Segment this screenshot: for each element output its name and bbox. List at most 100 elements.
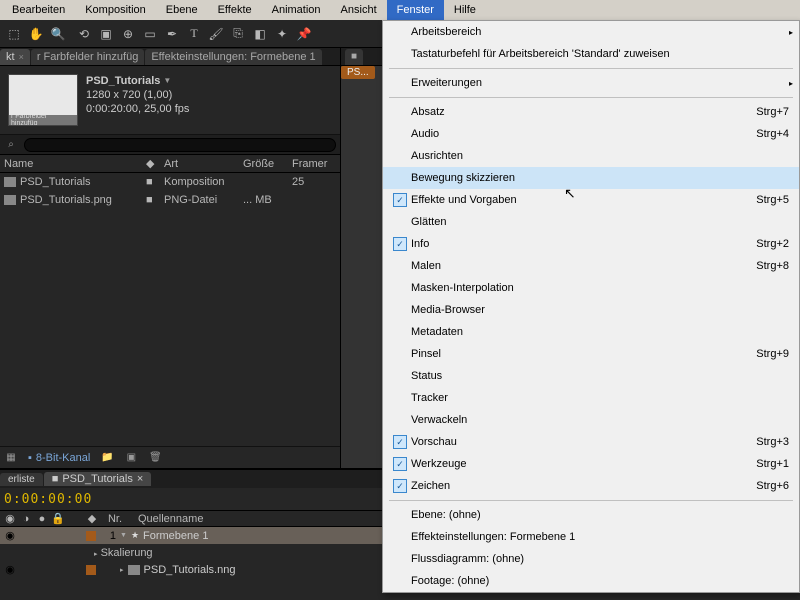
file-icon bbox=[128, 565, 140, 575]
viewer-tab[interactable]: ■ bbox=[345, 49, 363, 65]
selection-tool-icon[interactable]: ⬚ bbox=[4, 24, 24, 44]
panel-tab-swatches[interactable]: r Farbfelder hinzufüg bbox=[31, 49, 145, 65]
timeline-tab-comp[interactable]: ■PSD_Tutorials× bbox=[44, 472, 152, 486]
menu-bearbeiten[interactable]: Bearbeiten bbox=[2, 0, 75, 20]
menu-item-effekte-und-vorgaben[interactable]: ✓Effekte und VorgabenStrg+5 bbox=[383, 189, 799, 211]
menu-item-malen[interactable]: MalenStrg+8 bbox=[383, 255, 799, 277]
menubar: Bearbeiten Komposition Ebene Effekte Ani… bbox=[0, 0, 800, 20]
menu-ebene[interactable]: Ebene bbox=[156, 0, 208, 20]
menu-item-audio[interactable]: AudioStrg+4 bbox=[383, 123, 799, 145]
menu-item-tracker[interactable]: Tracker bbox=[383, 387, 799, 409]
menu-animation[interactable]: Animation bbox=[262, 0, 331, 20]
camera-tool-icon[interactable]: ▣ bbox=[96, 24, 116, 44]
menu-item-pinsel[interactable]: PinselStrg+9 bbox=[383, 343, 799, 365]
timeline-tab-renderlist[interactable]: erliste bbox=[0, 473, 43, 486]
menu-item-label: Absatz bbox=[411, 106, 733, 118]
composition-thumbnail[interactable]: r Farbfelder hinzufüg bbox=[8, 74, 78, 126]
menu-hilfe[interactable]: Hilfe bbox=[444, 0, 486, 20]
panel-tab-effects[interactable]: Effekteinstellungen: Formebene 1 bbox=[145, 49, 321, 65]
menu-item-tastaturbefehl[interactable]: Tastaturbefehl für Arbeitsbereich 'Stand… bbox=[383, 43, 799, 65]
hand-tool-icon[interactable]: ✋ bbox=[26, 24, 46, 44]
menu-item-shortcut: Strg+4 bbox=[733, 128, 793, 140]
expand-icon[interactable]: ▼ bbox=[120, 532, 127, 539]
menu-separator bbox=[389, 500, 793, 501]
col-framerate[interactable]: Framer bbox=[292, 158, 327, 170]
project-row[interactable]: PSD_Tutorials ■ Komposition 25 bbox=[0, 173, 340, 191]
project-resolution: 1280 x 720 (1,00) bbox=[86, 88, 189, 102]
menu-item-gl-tten[interactable]: Glätten bbox=[383, 211, 799, 233]
project-row[interactable]: PSD_Tutorials.png ■ PNG-Datei ... MB bbox=[0, 191, 340, 209]
new-comp-icon[interactable]: ▣ bbox=[124, 451, 138, 465]
brush-tool-icon[interactable]: 🖌 bbox=[206, 24, 226, 44]
menu-separator bbox=[389, 68, 793, 69]
lock-icon[interactable]: 🔒 bbox=[52, 512, 64, 525]
menu-komposition[interactable]: Komposition bbox=[75, 0, 156, 20]
anchor-tool-icon[interactable]: ⊕ bbox=[118, 24, 138, 44]
menu-item-ebene-ohne-[interactable]: Ebene: (ohne) bbox=[383, 504, 799, 526]
menu-item-label: Footage: (ohne) bbox=[411, 575, 793, 587]
menu-item-flussdiagramm-ohne-[interactable]: Flussdiagramm: (ohne) bbox=[383, 548, 799, 570]
menu-item-shortcut: Strg+6 bbox=[733, 480, 793, 492]
menu-item-label: Verwackeln bbox=[411, 414, 733, 426]
col-name[interactable]: Name bbox=[4, 158, 142, 170]
col-type[interactable]: Art bbox=[164, 158, 239, 170]
menu-separator bbox=[389, 97, 793, 98]
new-folder-icon[interactable]: 📁 bbox=[100, 451, 114, 465]
menu-item-info[interactable]: ✓InfoStrg+2 bbox=[383, 233, 799, 255]
solo-icon[interactable]: ● bbox=[36, 513, 48, 525]
timecode[interactable]: 0:00:00:00 bbox=[4, 492, 92, 507]
menu-item-erweiterungen[interactable]: Erweiterungen▸ bbox=[383, 72, 799, 94]
composition-icon bbox=[4, 177, 16, 187]
menu-item-label: Flussdiagramm: (ohne) bbox=[411, 553, 793, 565]
zoom-tool-icon[interactable]: 🔍 bbox=[48, 24, 68, 44]
rotate-tool-icon[interactable]: ⟲ bbox=[74, 24, 94, 44]
trash-icon[interactable]: 🗑 bbox=[148, 451, 162, 465]
bit-depth-button[interactable]: ▪8-Bit-Kanal bbox=[28, 452, 90, 464]
menu-item-masken-interpolation[interactable]: Masken-Interpolation bbox=[383, 277, 799, 299]
close-icon[interactable]: × bbox=[137, 473, 143, 485]
shape-tool-icon[interactable]: ▭ bbox=[140, 24, 160, 44]
clone-tool-icon[interactable]: ⎘ bbox=[228, 24, 248, 44]
close-icon[interactable]: × bbox=[19, 52, 24, 62]
menu-ansicht[interactable]: Ansicht bbox=[331, 0, 387, 20]
text-tool-icon[interactable]: T bbox=[184, 24, 204, 44]
menu-item-effekteinstellungen-formebene-1[interactable]: Effekteinstellungen: Formebene 1 bbox=[383, 526, 799, 548]
menu-item-label: Vorschau bbox=[411, 436, 733, 448]
menu-item-media-browser[interactable]: Media-Browser bbox=[383, 299, 799, 321]
menu-item-zeichen[interactable]: ✓ZeichenStrg+6 bbox=[383, 475, 799, 497]
menu-item-label: Metadaten bbox=[411, 326, 733, 338]
menu-item-metadaten[interactable]: Metadaten bbox=[383, 321, 799, 343]
menu-item-werkzeuge[interactable]: ✓WerkzeugeStrg+1 bbox=[383, 453, 799, 475]
label-icon[interactable]: ◆ bbox=[86, 512, 98, 525]
menu-item-label: Bewegung skizzieren bbox=[411, 172, 733, 184]
panel-tab-project[interactable]: kt× bbox=[0, 49, 30, 65]
menu-item-footage-ohne-[interactable]: Footage: (ohne) bbox=[383, 570, 799, 592]
menu-item-absatz[interactable]: AbsatzStrg+7 bbox=[383, 101, 799, 123]
menu-item-verwackeln[interactable]: Verwackeln bbox=[383, 409, 799, 431]
puppet-tool-icon[interactable]: 📌 bbox=[294, 24, 314, 44]
layer-color[interactable] bbox=[86, 565, 96, 575]
menu-item-status[interactable]: Status bbox=[383, 365, 799, 387]
menu-fenster[interactable]: Fenster bbox=[387, 0, 444, 20]
col-size[interactable]: Größe bbox=[243, 158, 288, 170]
menu-item-bewegung-skizzieren[interactable]: Bewegung skizzieren bbox=[383, 167, 799, 189]
chevron-down-icon[interactable]: ▼ bbox=[163, 74, 171, 88]
pen-tool-icon[interactable]: ✒ bbox=[162, 24, 182, 44]
menu-item-arbeitsbereich[interactable]: Arbeitsbereich▸ bbox=[383, 21, 799, 43]
viewer-comp-tab[interactable]: PS... bbox=[341, 66, 375, 79]
menu-effekte[interactable]: Effekte bbox=[208, 0, 262, 20]
menu-item-ausrichten[interactable]: Ausrichten bbox=[383, 145, 799, 167]
layer-color[interactable] bbox=[86, 531, 96, 541]
col-label[interactable]: ◆ bbox=[146, 157, 160, 170]
eraser-tool-icon[interactable]: ◧ bbox=[250, 24, 270, 44]
eye-icon[interactable]: ◉ bbox=[4, 512, 16, 525]
roto-tool-icon[interactable]: ✦ bbox=[272, 24, 292, 44]
project-search-input[interactable] bbox=[24, 138, 336, 152]
shape-layer-icon: ★ bbox=[131, 530, 139, 541]
audio-icon[interactable]: ◑ bbox=[20, 513, 32, 525]
project-panel: kt× r Farbfelder hinzufüg Effekteinstell… bbox=[0, 48, 340, 468]
menu-item-vorschau[interactable]: ✓VorschauStrg+3 bbox=[383, 431, 799, 453]
interpret-icon[interactable]: ▦ bbox=[4, 451, 18, 465]
menu-item-label: Pinsel bbox=[411, 348, 733, 360]
row-name: PSD_Tutorials bbox=[20, 176, 142, 188]
